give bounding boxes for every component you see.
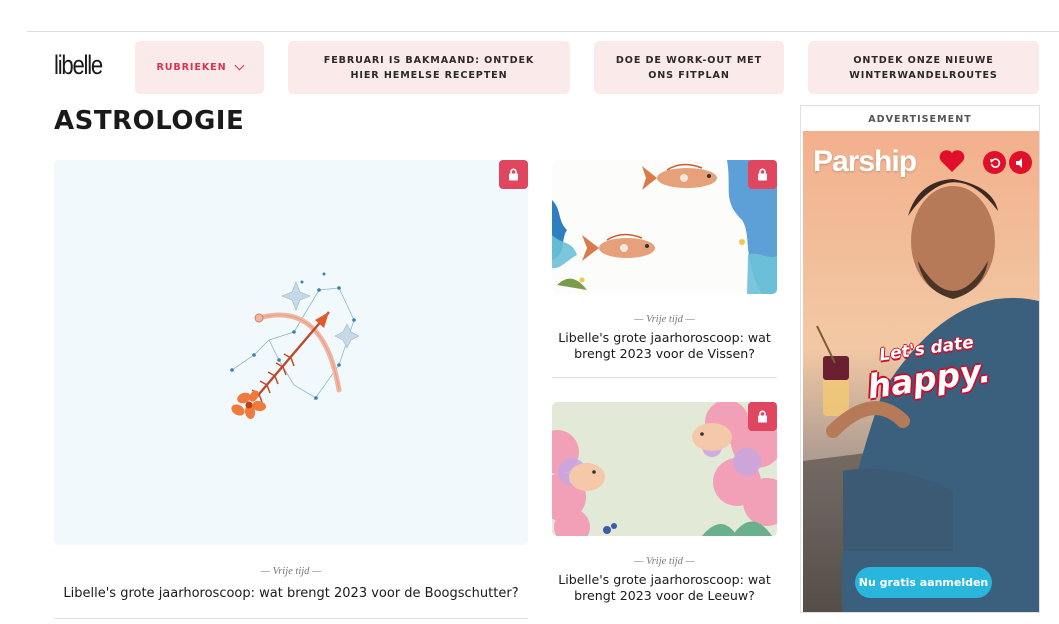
heart-icon xyxy=(938,148,966,179)
page-title: ASTROLOGIE xyxy=(54,106,245,136)
pisces-illustration xyxy=(552,160,777,294)
nav-item-label: DOE DE WORK-OUT MET ONS FITPLAN xyxy=(615,54,763,81)
nav-item-label: FEBRUARI IS BAKMAAND: ONTDEK HIER HEMELS… xyxy=(323,54,535,81)
ad-label: ADVERTISEMENT xyxy=(868,114,972,125)
ad-creative[interactable]: Parship Let's date happy. Nu gratis aanm… xyxy=(803,131,1039,612)
nav-item-winterwandelroutes[interactable]: ONTDEK ONZE NIEUWE WINTERWANDELROUTES xyxy=(808,41,1039,94)
lock-icon xyxy=(499,160,528,189)
nav-item-label: ONTDEK ONZE NIEUWE WINTERWANDELROUTES xyxy=(849,54,998,81)
leo-illustration xyxy=(552,402,777,536)
nav-rubrieken-button[interactable]: RUBRIEKEN xyxy=(135,41,264,94)
article-image-leo[interactable] xyxy=(552,402,777,536)
site-logo[interactable]: libelle xyxy=(54,50,103,81)
advertisement: ADVERTISEMENT Parship Let's date happy. … xyxy=(800,105,1040,613)
lock-icon xyxy=(748,160,777,189)
article-category: — Vrije tijd — xyxy=(634,314,695,325)
article-category: — Vrije tijd — xyxy=(634,556,695,567)
nav-rubrieken-label: RUBRIEKEN xyxy=(156,62,227,73)
article-category: — Vrije tijd — xyxy=(260,566,322,577)
nav-item-bakmaand[interactable]: FEBRUARI IS BAKMAAND: ONTDEK HIER HEMELS… xyxy=(288,41,570,94)
header-divider xyxy=(27,31,1059,32)
ad-signup-button[interactable]: Nu gratis aanmelden xyxy=(855,567,992,598)
article-image-pisces[interactable] xyxy=(552,160,777,294)
lock-icon xyxy=(748,402,777,431)
article-title[interactable]: Libelle's grote jaarhoroscoop: wat breng… xyxy=(552,330,777,362)
article-title[interactable]: Libelle's grote jaarhoroscoop: wat breng… xyxy=(552,572,777,604)
replay-icon[interactable] xyxy=(983,151,1006,174)
sagittarius-illustration xyxy=(54,160,528,545)
chevron-down-icon xyxy=(234,60,245,71)
article-title[interactable]: Libelle's grote jaarhoroscoop: wat breng… xyxy=(54,586,528,602)
mute-icon[interactable] xyxy=(1009,151,1032,174)
article-image-sagittarius[interactable] xyxy=(54,160,528,545)
article-divider xyxy=(552,377,777,378)
article-divider xyxy=(54,618,528,619)
ad-brand-logo: Parship xyxy=(813,145,917,178)
nav-item-fitplan[interactable]: DOE DE WORK-OUT MET ONS FITPLAN xyxy=(594,41,784,94)
